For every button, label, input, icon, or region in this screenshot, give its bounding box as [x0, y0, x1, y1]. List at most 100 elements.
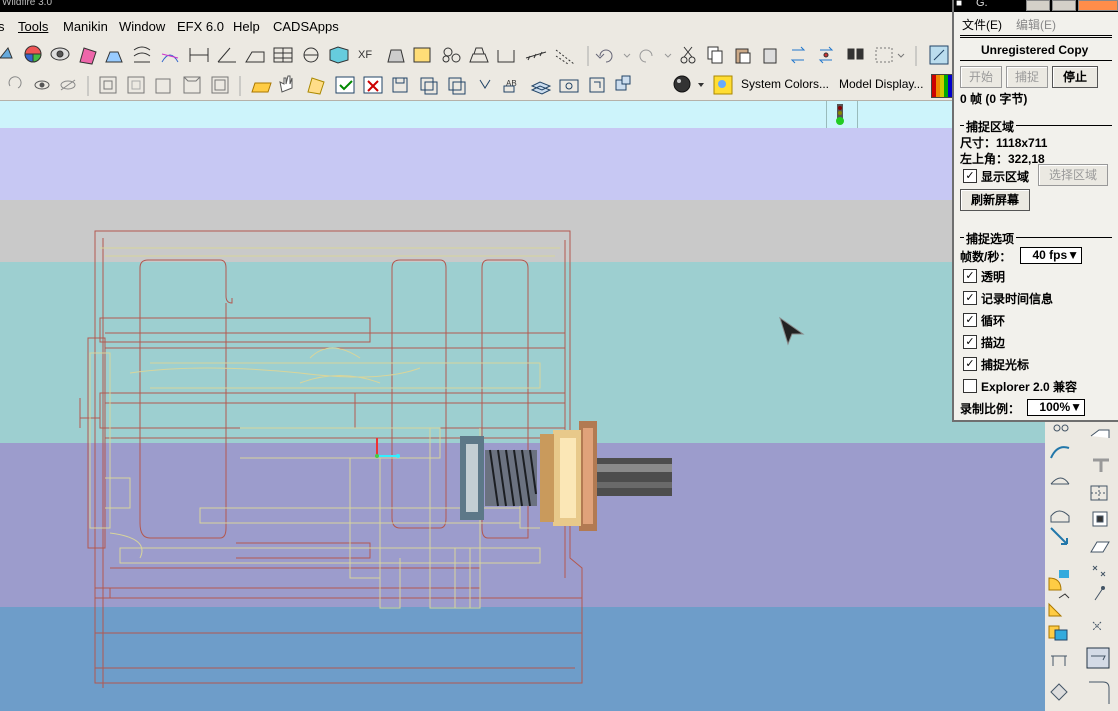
sweep-icon[interactable]: [1053, 424, 1069, 432]
explorer-compat-checkbox[interactable]: [963, 379, 977, 393]
frame-icon[interactable]: [589, 77, 605, 93]
menu-window[interactable]: Window: [119, 19, 165, 34]
surface-color-icon[interactable]: [79, 47, 97, 65]
rib-icon[interactable]: [1051, 655, 1067, 666]
layers-icon[interactable]: [530, 81, 552, 95]
boundary-blend-icon[interactable]: [1050, 477, 1070, 485]
chamfer-icon[interactable]: [1048, 593, 1070, 617]
color-wheel-icon[interactable]: [24, 45, 42, 63]
x-points-icon[interactable]: [1092, 565, 1106, 577]
blend-icon[interactable]: [1050, 446, 1070, 459]
save-icon[interactable]: [392, 77, 408, 93]
stop-button[interactable]: 停止: [1052, 66, 1098, 88]
graphics-viewport[interactable]: [0, 128, 1045, 711]
pattern-icon[interactable]: [555, 49, 575, 65]
loop-checkbox[interactable]: ✓: [963, 313, 977, 327]
start-button[interactable]: 开始: [960, 66, 1002, 88]
save-copy-icon[interactable]: [420, 77, 438, 95]
close-button[interactable]: [1078, 0, 1118, 11]
ab-rename-icon[interactable]: AB: [503, 79, 517, 93]
draft-icon[interactable]: [105, 51, 123, 63]
analysis-curve-icon[interactable]: [1089, 681, 1110, 704]
arrow-diagonal-icon[interactable]: [1050, 527, 1068, 545]
eye-shape-icon[interactable]: [50, 47, 70, 61]
measure-area-icon[interactable]: [245, 51, 265, 63]
capture-menu-edit[interactable]: 编辑(E): [1016, 16, 1056, 33]
sketch-active-icon[interactable]: [1086, 647, 1110, 669]
gearbox-model[interactable]: [0, 128, 1045, 711]
menu-help[interactable]: Help: [233, 19, 260, 34]
select-box-icon[interactable]: [875, 47, 905, 63]
paste-icon[interactable]: [735, 48, 751, 64]
capture-cursor-checkbox[interactable]: ✓: [963, 357, 977, 371]
menu-partial[interactable]: s: [0, 19, 5, 34]
eye-icon[interactable]: [34, 80, 50, 90]
hidden-line-icon[interactable]: [127, 76, 145, 94]
copy-icon[interactable]: [707, 46, 723, 64]
pattern-table-icon[interactable]: [1092, 511, 1108, 527]
refresh-screen-button[interactable]: 刷新屏幕: [960, 189, 1030, 211]
system-colors-button[interactable]: System Colors...: [741, 77, 829, 91]
measure-angle-icon[interactable]: [217, 47, 236, 63]
arrow-down-icon[interactable]: [479, 79, 491, 89]
maximize-button[interactable]: [1052, 0, 1076, 11]
model-tree-icon[interactable]: [615, 75, 631, 91]
plane-slash-icon[interactable]: [1090, 541, 1110, 553]
menu-cadsapps[interactable]: CADSApps: [273, 19, 339, 34]
grid-icon[interactable]: [1090, 485, 1108, 501]
redo-icon[interactable]: [639, 49, 672, 63]
border-checkbox[interactable]: ✓: [963, 335, 977, 349]
window-icon[interactable]: [929, 45, 949, 65]
find-icon[interactable]: [847, 48, 864, 60]
measure-distance-icon[interactable]: [189, 48, 209, 62]
weight-icon[interactable]: [387, 49, 405, 63]
curve-point-icon[interactable]: [1094, 586, 1105, 601]
bubbles-icon[interactable]: [442, 47, 461, 63]
analysis-icon-1[interactable]: [0, 47, 13, 59]
camera-icon[interactable]: [559, 79, 579, 93]
curve-icon[interactable]: [133, 46, 151, 63]
hand-pan-icon[interactable]: [279, 75, 293, 93]
palette-icon[interactable]: [713, 75, 733, 95]
menu-tools[interactable]: Tools: [18, 19, 48, 34]
shading-edges-icon[interactable]: [211, 76, 229, 94]
model-display-button[interactable]: Model Display...: [839, 77, 923, 91]
time-info-checkbox[interactable]: ✓: [963, 291, 977, 305]
bracket-icon[interactable]: [497, 50, 515, 63]
capture-menu-file[interactable]: 文件(E): [962, 16, 1002, 33]
stack-icon[interactable]: [469, 47, 489, 63]
shell-icon[interactable]: [1050, 510, 1070, 523]
checkbox-window-icon[interactable]: [335, 76, 355, 94]
regenerate-icon[interactable]: [790, 46, 806, 64]
regenerate-manager-icon[interactable]: [818, 46, 834, 64]
color-palette-icon[interactable]: [931, 74, 953, 98]
datum-plane-icon[interactable]: [1090, 429, 1110, 438]
shading-icon[interactable]: [183, 76, 201, 94]
xf-icon[interactable]: XF: [358, 49, 372, 61]
scale-select[interactable]: 100%▼: [1027, 399, 1085, 416]
pencil-note-icon[interactable]: [413, 47, 431, 63]
section-icon[interactable]: [303, 47, 319, 63]
mass-props-icon[interactable]: [329, 46, 349, 64]
round-icon[interactable]: [1048, 570, 1069, 591]
appearance-sphere-icon[interactable]: [673, 75, 704, 93]
backup-icon[interactable]: [448, 77, 466, 95]
axis-x-icon[interactable]: [1092, 621, 1102, 631]
close-window-icon[interactable]: [363, 76, 383, 94]
no-hidden-icon[interactable]: [155, 78, 171, 94]
spin-center-icon[interactable]: [8, 76, 22, 89]
select-area-button[interactable]: 选择区域: [1038, 164, 1108, 186]
curvature-icon[interactable]: [161, 53, 179, 63]
capture-button[interactable]: 捕捉: [1006, 66, 1048, 88]
note-icon[interactable]: [307, 77, 325, 95]
cut-icon[interactable]: [680, 46, 696, 64]
draft-yellow-icon[interactable]: [1048, 625, 1068, 641]
table-icon[interactable]: [273, 47, 293, 63]
wireframe-icon[interactable]: [99, 76, 117, 94]
ruler-icon[interactable]: [525, 51, 547, 61]
paste-special-icon[interactable]: [763, 48, 777, 64]
extrude-cut-icon[interactable]: [1093, 458, 1109, 472]
transparent-checkbox[interactable]: ✓: [963, 269, 977, 283]
minimize-button[interactable]: [1026, 0, 1050, 11]
hole-icon[interactable]: [1050, 683, 1068, 701]
